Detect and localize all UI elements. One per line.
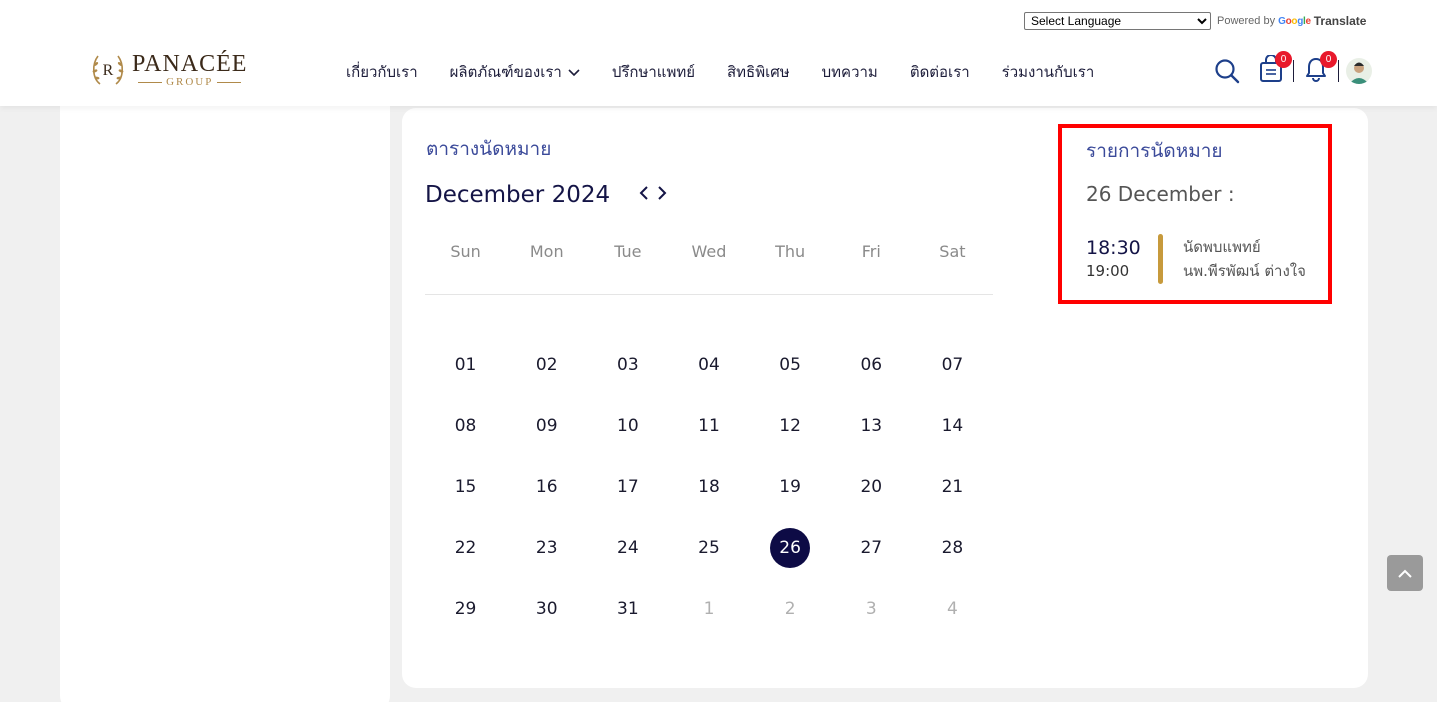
calendar-day[interactable]: 02 xyxy=(506,345,587,385)
calendar-day[interactable]: 25 xyxy=(668,528,749,568)
calendar-day[interactable]: 30 xyxy=(506,589,587,629)
calendar-day[interactable]: 24 xyxy=(587,528,668,568)
calendar-day[interactable]: 07 xyxy=(912,345,993,385)
nav-item-contact[interactable]: ติดต่อเรา xyxy=(910,60,970,84)
calendar-day[interactable]: 09 xyxy=(506,406,587,446)
calendar-day[interactable]: 28 xyxy=(912,528,993,568)
site-header: Select Language Powered by Google Transl… xyxy=(0,0,1437,106)
powered-by-google: Powered by Google Translate xyxy=(1217,14,1366,28)
notification-button[interactable]: 0 xyxy=(1301,51,1337,86)
previous-month-button[interactable] xyxy=(638,186,650,204)
calendar-day[interactable]: 18 xyxy=(668,467,749,507)
nav-item-products[interactable]: ผลิตภัณฑ์ของเรา xyxy=(450,60,580,84)
cart-button[interactable]: 0 xyxy=(1256,51,1292,86)
panacee-logo[interactable]: R PANACÉE GROUP xyxy=(88,50,247,90)
header-actions: 0 0 xyxy=(1212,51,1372,86)
svg-text:R: R xyxy=(103,62,114,79)
calendar-day-next-month[interactable]: 2 xyxy=(750,589,831,629)
weekday-header: Sun Mon Tue Wed Thu Fri Sat xyxy=(425,242,993,261)
calendar-day-next-month[interactable]: 4 xyxy=(912,589,993,629)
cart-count-badge: 0 xyxy=(1275,51,1292,68)
month-navigation xyxy=(638,186,668,204)
search-icon[interactable] xyxy=(1212,56,1242,86)
calendar-day[interactable]: 04 xyxy=(668,345,749,385)
calendar-day[interactable]: 16 xyxy=(506,467,587,507)
scroll-to-top-button[interactable] xyxy=(1387,555,1423,591)
powered-by-label: Powered by xyxy=(1217,15,1276,27)
chevron-left-icon xyxy=(639,185,649,205)
appointment-date: 26 December : xyxy=(1086,182,1235,206)
appointment-doctor: นพ.พีรพัฒน์ ต่างใจ xyxy=(1183,262,1306,280)
calendar-day[interactable]: 12 xyxy=(750,406,831,446)
calendar-day[interactable]: 08 xyxy=(425,406,506,446)
divider xyxy=(1338,60,1339,82)
logo-group: GROUP xyxy=(138,76,241,88)
calendar-day[interactable]: 11 xyxy=(668,406,749,446)
calendar-day[interactable]: 23 xyxy=(506,528,587,568)
calendar-day[interactable]: 13 xyxy=(831,406,912,446)
appointment-item[interactable]: 18:30 19:00 นัดพบแพทย์ นพ.พีรพัฒน์ ต่างใ… xyxy=(1086,232,1322,286)
appointment-end-time: 19:00 xyxy=(1086,262,1130,280)
calendar-day[interactable]: 20 xyxy=(831,467,912,507)
google-logo: Google xyxy=(1278,15,1311,27)
appointment-start-time: 18:30 xyxy=(1086,237,1141,259)
chevron-up-icon xyxy=(1398,564,1412,583)
calendar-day[interactable]: 21 xyxy=(912,467,993,507)
chevron-down-icon xyxy=(568,63,580,81)
calendar-day[interactable]: 29 xyxy=(425,589,506,629)
weekday-label: Sat xyxy=(939,242,966,261)
notification-count-badge: 0 xyxy=(1320,51,1337,68)
weekday-label: Sun xyxy=(450,242,481,261)
calendar-day[interactable]: 31 xyxy=(587,589,668,629)
weekday-label: Tue xyxy=(614,242,642,261)
avatar[interactable] xyxy=(1346,58,1372,84)
month-label: December 2024 xyxy=(425,182,611,208)
calendar-grid: 01 02 03 04 05 06 07 08 09 10 11 12 13 1… xyxy=(425,345,993,629)
nav-item-about[interactable]: เกี่ยวกับเรา xyxy=(346,60,418,84)
calendar-day[interactable]: 17 xyxy=(587,467,668,507)
logo-wordmark: PANACÉE GROUP xyxy=(132,52,247,88)
calendar-day[interactable]: 06 xyxy=(831,345,912,385)
nav-item-privileges[interactable]: สิทธิพิเศษ xyxy=(727,60,790,84)
weekday-label: Wed xyxy=(691,242,727,261)
main-nav: เกี่ยวกับเรา ผลิตภัณฑ์ของเรา ปรึกษาแพทย์… xyxy=(346,60,1094,84)
calendar-day[interactable]: 15 xyxy=(425,467,506,507)
appointment-list-title: รายการนัดหมาย xyxy=(1086,140,1223,162)
weekday-label: Thu xyxy=(775,242,806,261)
calendar-day-selected[interactable]: 26 xyxy=(750,528,831,568)
weekday-label: Fri xyxy=(861,242,881,261)
calendar-day[interactable]: 01 xyxy=(425,345,506,385)
translate-link[interactable]: Translate xyxy=(1314,14,1367,28)
weekday-label: Mon xyxy=(529,242,564,261)
calendar-day[interactable]: 10 xyxy=(587,406,668,446)
nav-item-careers[interactable]: ร่วมงานกับเรา xyxy=(1002,60,1095,84)
divider xyxy=(1293,60,1294,82)
appointment-info: นัดพบแพทย์ นพ.พีรพัฒน์ ต่างใจ xyxy=(1183,235,1306,283)
calendar-day[interactable]: 27 xyxy=(831,528,912,568)
next-month-button[interactable] xyxy=(656,186,668,204)
calendar-day-next-month[interactable]: 1 xyxy=(668,589,749,629)
calendar-day[interactable]: 22 xyxy=(425,528,506,568)
appointment-type: นัดพบแพทย์ xyxy=(1183,238,1261,256)
language-select[interactable]: Select Language xyxy=(1024,12,1211,30)
laurel-crest-icon: R xyxy=(88,50,128,90)
logo-brand: PANACÉE xyxy=(132,51,248,77)
appointment-card: ตารางนัดหมาย December 2024 Sun Mon Tue W… xyxy=(402,108,1368,688)
appointment-list: รายการนัดหมาย 26 December : 18:30 19:00 … xyxy=(1058,124,1332,304)
calendar-day[interactable]: 03 xyxy=(587,345,668,385)
appointment-color-bar xyxy=(1158,234,1163,284)
nav-item-articles[interactable]: บทความ xyxy=(822,60,878,84)
divider xyxy=(425,294,993,295)
chevron-right-icon xyxy=(657,185,667,205)
google-translate-bar: Select Language Powered by Google Transl… xyxy=(1024,12,1366,30)
calendar-title: ตารางนัดหมาย xyxy=(426,138,552,160)
calendar-day[interactable]: 14 xyxy=(912,406,993,446)
nav-item-consult[interactable]: ปรึกษาแพทย์ xyxy=(612,60,695,84)
calendar-day-next-month[interactable]: 3 xyxy=(831,589,912,629)
sidebar-panel xyxy=(60,90,390,702)
calendar-day[interactable]: 05 xyxy=(750,345,831,385)
calendar-day[interactable]: 19 xyxy=(750,467,831,507)
appointment-times: 18:30 19:00 xyxy=(1086,236,1148,282)
